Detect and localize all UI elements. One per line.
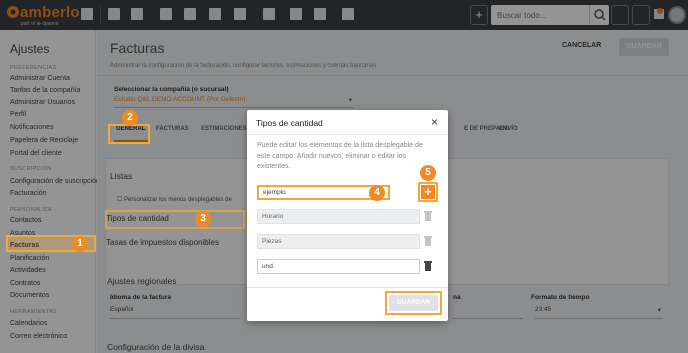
quantity-types-highlight [105,210,245,229]
trash-icon[interactable] [424,211,432,221]
dialog-header-divider [247,134,448,135]
callout-badge-4: 4 [369,185,385,201]
quantity-types-dialog: Tipos de cantidad × Puede editar los ele… [247,110,448,321]
trash-icon[interactable] [424,261,432,271]
callout-badge-5: 5 [420,165,436,181]
tab-general-highlight [108,124,150,144]
dialog-save-button[interactable]: GUARDAR [389,295,438,311]
add-item-button[interactable]: + [421,185,435,199]
list-item-field[interactable]: und. [257,259,420,274]
dialog-title: Tipos de cantidad [256,118,323,128]
list-item-field[interactable]: Horario [257,209,420,224]
callout-badge-1: 1 [72,236,88,252]
dialog-description: Puede editar los elementos de la lista d… [257,142,423,170]
trash-icon[interactable] [424,236,432,246]
callout-badge-3: 3 [195,211,211,227]
list-item-field[interactable]: Piezas [257,234,420,249]
close-icon[interactable]: × [431,115,438,129]
dialog-footer-divider [247,287,448,288]
callout-badge-2: 2 [122,110,138,126]
